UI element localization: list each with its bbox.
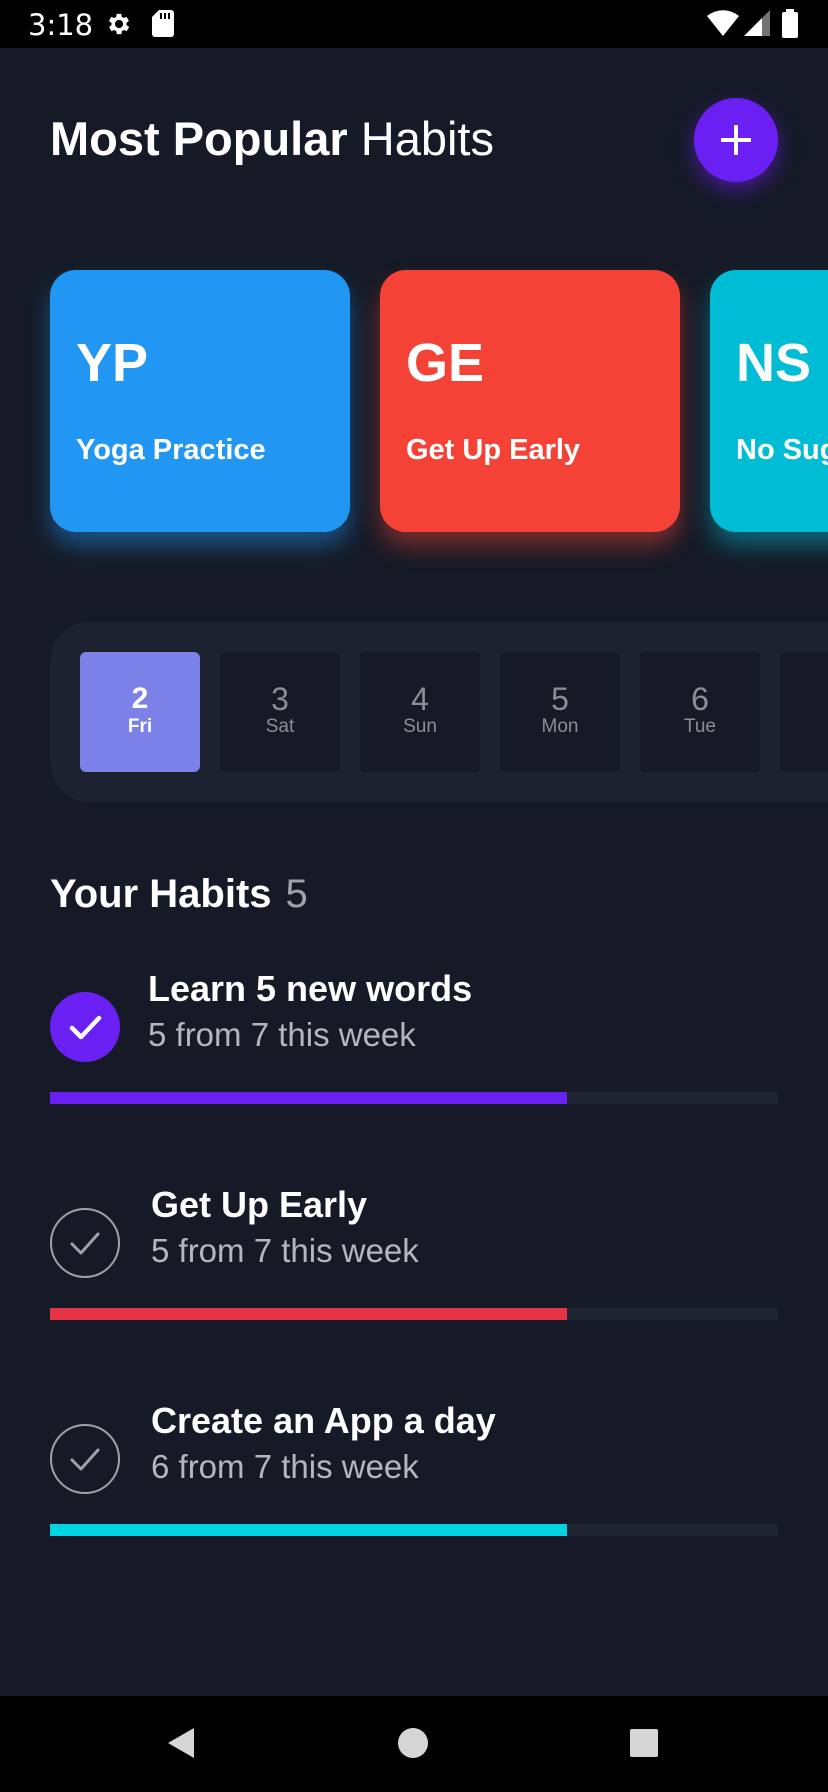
habit-row[interactable]: Learn 5 new words 5 from 7 this week [50, 968, 778, 1108]
day-item[interactable]: 3 Sat [220, 652, 340, 772]
checkmark-icon [70, 1232, 100, 1255]
day-of-week: Tue [683, 716, 717, 737]
habit-progress-bar [50, 1092, 778, 1104]
status-bar: 3:18 [0, 0, 828, 48]
habit-name: Get Up Early [406, 434, 581, 466]
day-number: 4 [411, 681, 429, 717]
sd-card-icon [152, 10, 174, 37]
page-title-light: Habits [360, 112, 494, 165]
day-of-week: Mon [541, 716, 579, 737]
habit-complete-toggle[interactable] [50, 992, 120, 1062]
habit-progress-text: 6 from 7 this week [151, 1448, 419, 1485]
habit-progress-fill [50, 1308, 567, 1320]
habit-initials: GE [406, 333, 485, 393]
habit-title: Learn 5 new words [148, 968, 473, 1009]
checkmark-icon [69, 1015, 102, 1040]
habit-progress-text: 5 from 7 this week [151, 1232, 419, 1269]
day-of-week: Fri [127, 716, 153, 737]
home-icon[interactable] [398, 1728, 428, 1758]
day-of-week: Sun [403, 716, 437, 737]
day-number: 3 [271, 681, 289, 717]
habits-count: 5 [285, 872, 308, 916]
gear-icon [108, 13, 130, 35]
your-habits-heading: Your Habits 5 [50, 872, 308, 917]
habit-initials: YP [76, 333, 149, 393]
habit-title: Get Up Early [151, 1184, 368, 1225]
recents-icon[interactable] [630, 1729, 658, 1757]
habit-name: Yoga Practice [76, 434, 266, 466]
checkmark-icon [70, 1448, 100, 1471]
back-icon[interactable] [166, 1726, 196, 1760]
habit-complete-toggle[interactable] [50, 1208, 120, 1278]
habit-progress-bar [50, 1524, 778, 1536]
popular-habit-card[interactable]: GE Get Up Early [380, 270, 680, 532]
date-selector[interactable]: 2 Fri 3 Sat 4 Sun 5 Mon 6 Tue [50, 622, 828, 802]
page-title: Most Popular Habits [50, 111, 494, 166]
popular-habit-card[interactable]: NS No Sug [710, 270, 828, 532]
signal-icon [744, 10, 770, 36]
day-of-week: Sat [265, 716, 295, 737]
day-item[interactable]: 6 Tue [640, 652, 760, 772]
day-item[interactable]: 2 Fri [80, 652, 200, 772]
habit-name: No Sug [736, 434, 828, 466]
habit-row[interactable]: Get Up Early 5 from 7 this week [50, 1184, 778, 1324]
habit-progress-fill [50, 1092, 567, 1104]
add-habit-button[interactable] [694, 98, 778, 182]
battery-icon [782, 9, 798, 38]
habit-progress-bar [50, 1308, 778, 1320]
page-title-bold: Most Popular [50, 112, 348, 165]
plus-icon [721, 125, 751, 155]
system-nav-bar [0, 1696, 828, 1792]
day-number: 6 [691, 681, 709, 717]
day-item[interactable] [780, 652, 828, 772]
app-screen: Most Popular Habits YP Yoga Practice GE … [0, 48, 828, 1696]
habit-initials: NS [736, 333, 812, 393]
habit-row[interactable]: Create an App a day 6 from 7 this week [50, 1400, 778, 1540]
day-number: 2 [131, 682, 149, 715]
wifi-icon [707, 10, 739, 36]
your-habits-title: Your Habits [50, 872, 272, 916]
habit-progress-text: 5 from 7 this week [148, 1016, 416, 1053]
habit-progress-fill [50, 1524, 567, 1536]
day-number: 5 [551, 681, 569, 717]
habit-complete-toggle[interactable] [50, 1424, 120, 1494]
day-item[interactable]: 5 Mon [500, 652, 620, 772]
popular-habit-card[interactable]: YP Yoga Practice [50, 270, 350, 532]
day-item[interactable]: 4 Sun [360, 652, 480, 772]
habit-title: Create an App a day [151, 1400, 496, 1441]
status-time: 3:18 [28, 8, 94, 42]
